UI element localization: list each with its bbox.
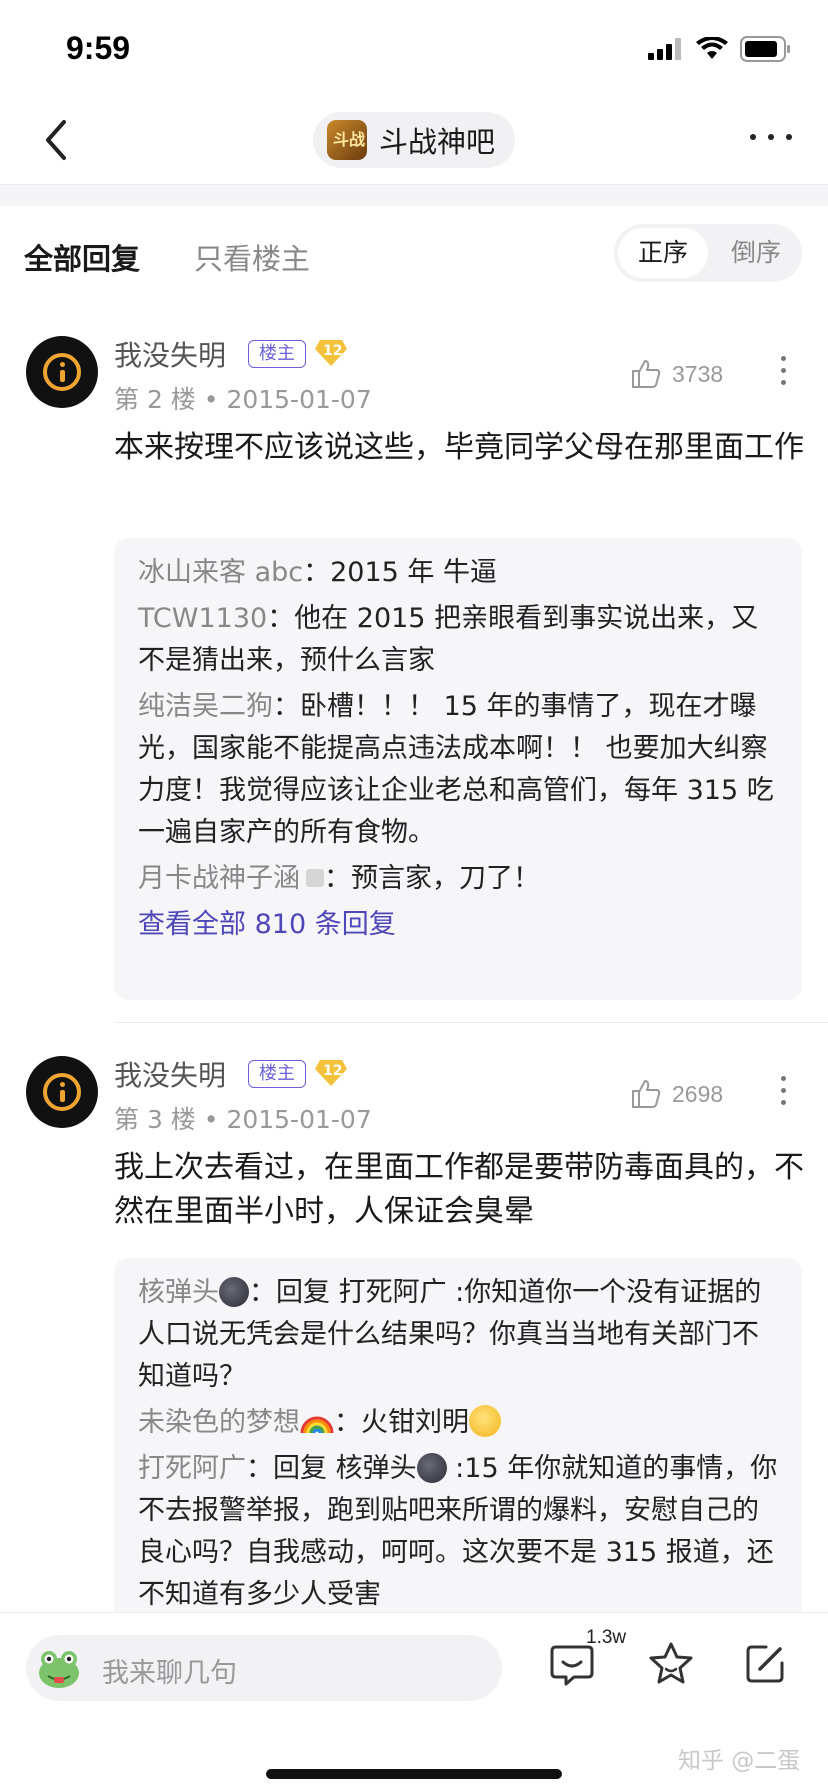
- like-button[interactable]: 2698: [630, 1078, 723, 1110]
- floor-meta: 第 2 楼 • 2015-01-07: [114, 385, 372, 414]
- reply-item[interactable]: 纯洁吴二狗：卧槽！！！ 15 年的事情了，现在才曝光，国家能不能提高点违法成本啊…: [138, 686, 778, 854]
- like-icon: [632, 360, 661, 388]
- sort-toggle: 正序 倒序: [614, 224, 802, 282]
- info-icon: [43, 1073, 81, 1111]
- owner-badge: 楼主: [248, 1060, 306, 1088]
- home-indicator[interactable]: [266, 1769, 562, 1779]
- frog-avatar-icon: [39, 1651, 79, 1688]
- reply-author[interactable]: 冰山来客 abc: [138, 557, 303, 588]
- chat-placeholder: 我来聊几句: [102, 1658, 237, 1689]
- reply-item[interactable]: 冰山来客 abc：2015 年 牛逼: [138, 552, 778, 594]
- like-count: 3738: [672, 360, 724, 387]
- medal-icon: [306, 869, 324, 887]
- section-divider: [0, 184, 828, 206]
- tab-all-replies[interactable]: 全部回复: [24, 236, 140, 278]
- back-arrow-icon[interactable]: [38, 118, 74, 162]
- rainbow-emoji-icon: [300, 1416, 334, 1434]
- reply-author[interactable]: TCW1130: [138, 603, 267, 634]
- view-all-replies-link[interactable]: 查看全部 810 条回复: [138, 904, 778, 946]
- reply-author[interactable]: 打死阿广: [138, 1453, 246, 1484]
- reply-item[interactable]: 月卡战神子涵 ：预言家，刀了！: [138, 858, 778, 900]
- avatar[interactable]: [26, 336, 98, 408]
- owner-badge: 楼主: [248, 340, 306, 368]
- bottom-bar: 我来聊几句 1.3w 知乎 @二蛋: [0, 1612, 828, 1792]
- reply-item[interactable]: TCW1130：他在 2015 把亲眼看到事实说出来，又不是猜出来，预什么言家: [138, 598, 778, 682]
- reply-preview: 冰山来客 abc：2015 年 牛逼 TCW1130：他在 2015 把亲眼看到…: [114, 538, 802, 1000]
- level-badge: 12: [314, 338, 348, 368]
- reply-text: 回复 核弹头: [273, 1453, 417, 1484]
- reply-item[interactable]: 核弹头 ：回复 打死阿广 :你知道你一个没有证据的人口说无凭会是什么结果吗？你真当…: [138, 1272, 778, 1398]
- reply-author[interactable]: 未染色的梦想: [138, 1407, 300, 1438]
- reply-text: 预言家，刀了！: [351, 863, 540, 894]
- reply-author[interactable]: 月卡战神子涵: [138, 863, 300, 894]
- status-time: 9:59: [66, 30, 131, 66]
- reply-text: 火钳刘明: [361, 1407, 469, 1438]
- reply-text: 2015 年 牛逼: [330, 557, 498, 588]
- tab-owner-only[interactable]: 只看楼主: [194, 236, 310, 278]
- floor-meta: 第 3 楼 • 2015-01-07: [114, 1105, 372, 1134]
- wifi-icon: [696, 37, 728, 59]
- moon-emoji-icon: [416, 1453, 447, 1483]
- nav-bar: 斗战 斗战神吧: [0, 100, 828, 180]
- reply-preview: 核弹头 ：回复 打死阿广 :你知道你一个没有证据的人口说无凭会是什么结果吗？你真当…: [114, 1258, 802, 1658]
- username[interactable]: 我没失明: [114, 334, 226, 374]
- signal-icon: [648, 38, 681, 60]
- post-body: 我上次去看过，在里面工作都是要带防毒面具的，不然在里面半小时，人保证会臭晕: [114, 1150, 804, 1229]
- reply-author[interactable]: 纯洁吴二狗: [138, 691, 273, 722]
- like-count: 2698: [672, 1080, 724, 1107]
- relieved-face-emoji-icon: [469, 1405, 501, 1437]
- battery-icon: [740, 36, 790, 62]
- post-more-icon[interactable]: [781, 356, 787, 392]
- forum-avatar: 斗战: [327, 120, 367, 160]
- chat-input[interactable]: 我来聊几句: [26, 1635, 502, 1701]
- sort-asc-button[interactable]: 正序: [618, 228, 708, 278]
- reply-tabs: 全部回复 只看楼主 正序 倒序: [0, 218, 828, 294]
- post-body: 本来按理不应该说这些，毕竟同学父母在那里面工作: [114, 430, 804, 465]
- reply-item[interactable]: 未染色的梦想 ：火钳刘明: [138, 1402, 778, 1444]
- status-bar: 9:59: [0, 0, 828, 100]
- more-dots-icon[interactable]: [750, 134, 792, 140]
- reply-author[interactable]: 核弹头: [138, 1277, 219, 1308]
- reply-item[interactable]: 打死阿广：回复 核弹头 :15 年你就知道的事情，你不去报警举报，跑到贴吧来所谓…: [138, 1448, 778, 1616]
- post-more-icon[interactable]: [781, 1076, 787, 1112]
- info-icon: [43, 353, 81, 391]
- like-button[interactable]: 3738: [630, 358, 723, 390]
- sort-desc-button[interactable]: 倒序: [714, 228, 798, 278]
- watermark: 知乎 @二蛋: [678, 1748, 801, 1774]
- star-icon[interactable]: [646, 1639, 696, 1689]
- comment-count: 1.3w: [586, 1627, 627, 1648]
- level-badge: 12: [314, 1058, 348, 1088]
- avatar[interactable]: [26, 1056, 98, 1128]
- like-icon: [632, 1080, 661, 1108]
- forum-pill[interactable]: 斗战 斗战神吧: [313, 112, 516, 168]
- forum-name: 斗战神吧: [379, 125, 496, 159]
- username[interactable]: 我没失明: [114, 1054, 226, 1094]
- status-icons: [648, 36, 792, 62]
- edit-icon[interactable]: [742, 1641, 788, 1687]
- post-divider: [114, 1022, 828, 1023]
- moon-emoji-icon: [219, 1277, 249, 1307]
